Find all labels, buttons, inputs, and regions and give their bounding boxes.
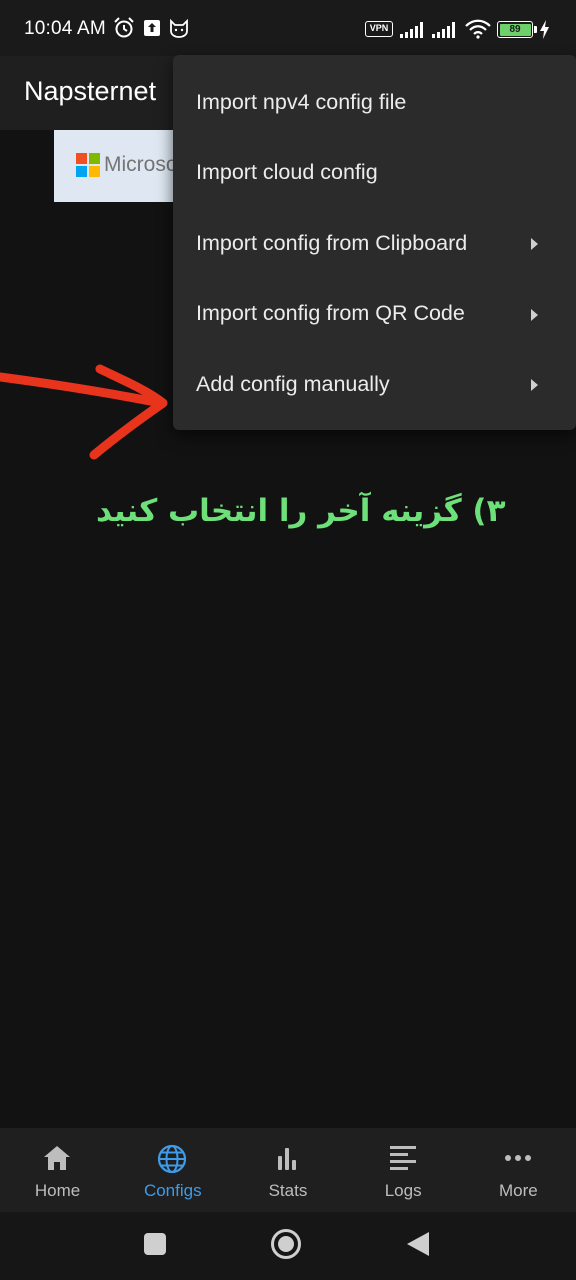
nav-item-logs[interactable]: Logs (346, 1128, 461, 1212)
vpn-icon: VPN (365, 21, 393, 37)
list-icon (389, 1146, 416, 1170)
menu-item-label: Import config from QR Code (196, 301, 465, 326)
microsoft-banner[interactable]: Microso (54, 130, 176, 202)
wifi-icon (465, 19, 491, 39)
home-icon (44, 1146, 70, 1170)
back-icon[interactable] (405, 1230, 431, 1258)
menu-item-label: Import config from Clipboard (196, 230, 468, 255)
microsoft-logo-icon (76, 153, 100, 177)
signal-icon (400, 22, 423, 38)
chevron-right-icon (531, 379, 538, 391)
nav-label: More (498, 1181, 538, 1200)
bottom-nav: Home Configs Stats Logs More (0, 1128, 576, 1212)
battery-level: 89 (499, 23, 531, 36)
app-title: Napsternet (24, 76, 157, 106)
banner-logo-text: Microso (104, 153, 176, 176)
nav-item-home[interactable]: Home (0, 1128, 115, 1212)
status-bar: 10:04 AM VPN 89 (0, 0, 576, 56)
cat-icon (170, 19, 188, 38)
nav-label: Stats (268, 1181, 308, 1200)
menu-item-add-config-manually[interactable]: Add config manually (173, 349, 576, 420)
nav-label: Logs (384, 1181, 422, 1200)
nav-item-stats[interactable]: Stats (230, 1128, 345, 1212)
chevron-right-icon (531, 238, 538, 250)
globe-icon (158, 1144, 187, 1174)
nav-label: Configs (143, 1181, 202, 1200)
menu-item-import-npv4-file[interactable]: Import npv4 config file (173, 67, 576, 138)
nav-label: Home (34, 1181, 81, 1200)
menu-item-label: Add config manually (196, 371, 390, 396)
status-time: 10:04 AM (24, 18, 106, 39)
menu-item-label: Import npv4 config file (196, 89, 407, 114)
menu-item-import-from-clipboard[interactable]: Import config from Clipboard (173, 208, 576, 279)
upload-icon (144, 20, 160, 36)
recents-icon[interactable] (143, 1232, 167, 1256)
battery-icon: 89 (497, 21, 533, 38)
menu-item-label: Import cloud config (196, 160, 378, 185)
nav-item-more[interactable]: More (461, 1128, 576, 1212)
battery-tip (534, 26, 537, 33)
import-menu: Import npv4 config file Import cloud con… (173, 55, 576, 430)
system-nav-bar (0, 1212, 576, 1280)
alarm-icon (114, 17, 134, 38)
bar-chart-icon (278, 1148, 297, 1170)
nav-item-configs[interactable]: Configs (115, 1128, 230, 1212)
more-horizontal-icon (504, 1155, 531, 1161)
menu-item-import-from-qr-code[interactable]: Import config from QR Code (173, 279, 576, 350)
home-circle-icon[interactable] (270, 1228, 302, 1260)
chevron-right-icon (531, 308, 538, 321)
charging-icon (540, 20, 549, 39)
red-arrow-annotation-icon (0, 364, 168, 460)
signal-icon (432, 22, 455, 38)
menu-item-import-cloud-config[interactable]: Import cloud config (173, 138, 576, 209)
instruction-annotation: ۳) گزینه آخر را انتخاب کنید (96, 493, 506, 529)
